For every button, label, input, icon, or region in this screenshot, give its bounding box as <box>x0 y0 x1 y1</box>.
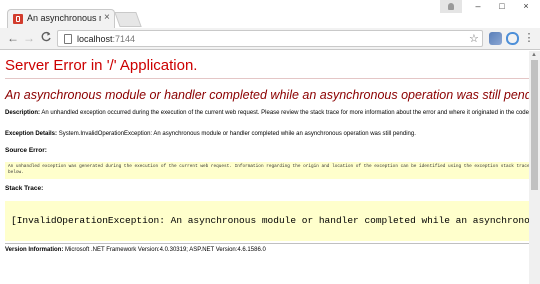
extension-circle-icon[interactable] <box>506 32 519 45</box>
reload-icon[interactable] <box>39 31 53 45</box>
exception-text: System.InvalidOperationException: An asy… <box>58 131 416 137</box>
footer-divider <box>5 243 537 244</box>
exception-label: Exception Details: <box>5 131 58 137</box>
reload-glyph <box>41 31 51 42</box>
source-error-box: An unhandled exception was generated dur… <box>5 162 535 179</box>
minimize-button[interactable]: – <box>466 0 490 13</box>
favicon-icon <box>13 14 23 24</box>
vertical-scrollbar[interactable]: ▲ <box>529 51 540 284</box>
version-text: Microsoft .NET Framework Version:4.0.303… <box>65 247 266 253</box>
new-tab-button[interactable] <box>114 12 142 27</box>
version-info: Version Information: Microsoft .NET Fram… <box>5 247 266 253</box>
source-error-label: Source Error: <box>5 147 47 154</box>
page-title: Server Error in '/' Application. <box>5 57 198 74</box>
forward-icon[interactable]: → <box>22 31 36 45</box>
stack-trace-box: [InvalidOperationException: An asynchron… <box>5 201 540 241</box>
scroll-thumb[interactable] <box>531 60 538 190</box>
exception-paragraph: Exception Details: System.InvalidOperati… <box>5 131 533 139</box>
browser-toolbar: ← → localhost:7144 ☆ ⋮ <box>0 28 540 50</box>
menu-icon[interactable]: ⋮ <box>523 31 535 45</box>
title-divider <box>5 78 537 79</box>
browser-titlebar: An asynchronous modu × – □ × <box>0 0 540 28</box>
page-icon <box>64 34 72 44</box>
user-icon[interactable] <box>440 0 462 13</box>
error-heading: An asynchronous module or handler comple… <box>5 88 540 102</box>
close-window-button[interactable]: × <box>514 0 538 13</box>
stack-trace-text: [InvalidOperationException: An asynchron… <box>11 215 540 226</box>
description-label: Description: <box>5 110 41 116</box>
page-content: Server Error in '/' Application. An asyn… <box>0 51 540 284</box>
description-paragraph: Description: An unhandled exception occu… <box>5 110 533 118</box>
stack-trace-label: Stack Trace: <box>5 185 44 192</box>
tab-title: An asynchronous modu <box>27 13 101 23</box>
extension-icon[interactable] <box>489 32 502 45</box>
browser-tab[interactable]: An asynchronous modu × <box>7 9 115 28</box>
url-text[interactable]: localhost:7144 <box>77 34 135 44</box>
back-icon[interactable]: ← <box>6 31 20 45</box>
star-icon[interactable]: ☆ <box>469 32 479 45</box>
tab-close-icon[interactable]: × <box>104 12 110 24</box>
scroll-up-icon[interactable]: ▲ <box>531 52 537 58</box>
address-bar[interactable]: localhost:7144 ☆ <box>57 30 483 47</box>
url-host: localhost <box>77 34 113 44</box>
version-label: Version Information: <box>5 247 64 253</box>
maximize-button[interactable]: □ <box>490 0 514 13</box>
description-text: An unhandled exception occurred during t… <box>41 110 531 116</box>
url-port: :7144 <box>112 34 136 44</box>
